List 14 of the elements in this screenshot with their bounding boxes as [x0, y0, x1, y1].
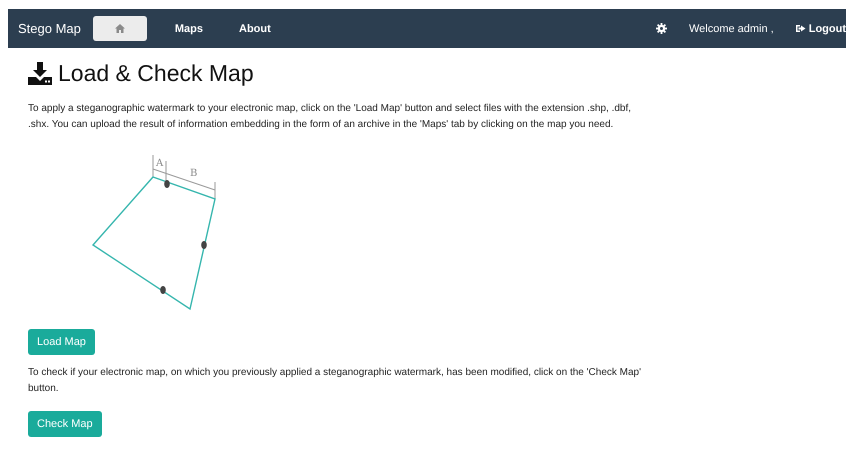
- check-text: To check if your electronic map, on which you previously applied a steganographic watermark, has been modified, click on the 'Check Map' button.: [28, 366, 642, 396]
- page-title: Load & Check Map: [58, 60, 254, 87]
- intro-text: To apply a steganographic watermark to your electronic map, click on the 'Load Map' button and select files with the extension .shp, .dbf, .shx. You can upload the result of information embedding in the form of an archive in the 'Maps' tab by clicking on the map you need.: [28, 102, 632, 132]
- logout-link[interactable]: Logout: [796, 22, 846, 34]
- brand-title[interactable]: Stego Map: [18, 21, 81, 36]
- welcome-text: Welcome admin ,: [688, 22, 774, 34]
- settings-icon[interactable]: [656, 23, 667, 34]
- logout-icon: [796, 24, 806, 33]
- home-icon: [114, 24, 125, 33]
- home-button[interactable]: [92, 16, 147, 41]
- nav-link[interactable]: About: [221, 22, 289, 34]
- download-icon: [28, 62, 52, 85]
- quadrilateral-drawing: A B: [92, 154, 216, 310]
- nav-link[interactable]: Maps: [156, 22, 221, 34]
